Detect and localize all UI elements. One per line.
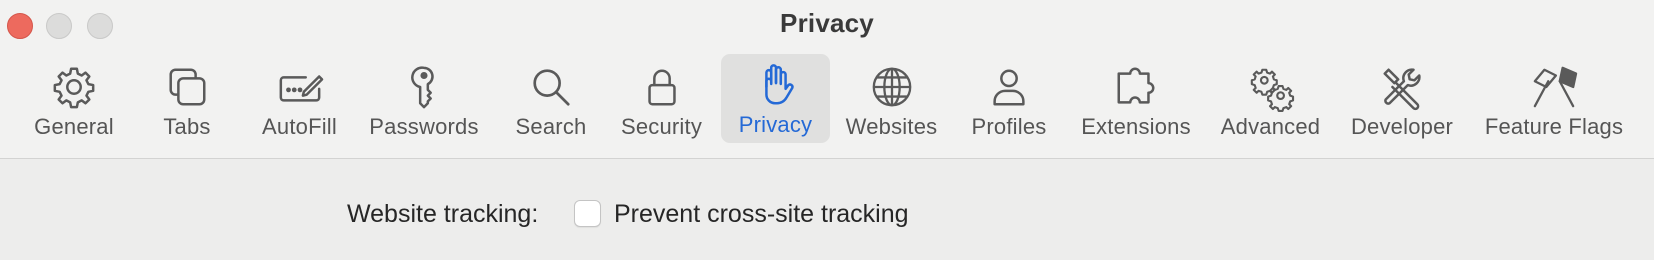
tab-advanced[interactable]: Advanced xyxy=(1214,56,1327,144)
tab-general[interactable]: General xyxy=(26,56,122,144)
person-icon xyxy=(979,62,1039,112)
toolbar: Privacy General Tabs AutoFill Passwords … xyxy=(0,0,1654,159)
prevent-cross-site-tracking-label[interactable]: Prevent cross-site tracking xyxy=(614,196,909,232)
tab-extensions[interactable]: Extensions xyxy=(1075,56,1197,144)
prevent-cross-site-tracking-checkbox[interactable] xyxy=(574,200,601,227)
tab-label: AutoFill xyxy=(262,114,337,139)
puzzle-icon xyxy=(1106,62,1166,112)
tab-search[interactable]: Search xyxy=(507,56,595,144)
tab-label: Passwords xyxy=(369,114,479,139)
website-tracking-row: Website tracking: Prevent cross-site tra… xyxy=(0,196,1654,232)
tab-autofill[interactable]: AutoFill xyxy=(252,56,347,144)
tab-label: Advanced xyxy=(1220,114,1321,139)
search-icon xyxy=(521,62,581,112)
tab-profiles[interactable]: Profiles xyxy=(962,56,1056,144)
gear-icon xyxy=(44,62,104,112)
tab-label: Privacy xyxy=(738,112,813,137)
tab-label: Developer xyxy=(1350,114,1454,139)
tools-icon xyxy=(1372,62,1432,112)
window-title: Privacy xyxy=(780,8,874,38)
tab-label: Profiles xyxy=(971,114,1047,139)
tab-label: Search xyxy=(515,114,587,139)
tab-label: General xyxy=(34,114,114,139)
globe-icon xyxy=(862,62,922,112)
lock-icon xyxy=(632,62,692,112)
tab-label: Security xyxy=(620,114,703,139)
tab-tabs[interactable]: Tabs xyxy=(145,56,229,144)
tab-security[interactable]: Security xyxy=(613,56,710,144)
autofill-icon xyxy=(270,62,330,112)
tab-privacy[interactable]: Privacy xyxy=(721,54,830,143)
key-icon xyxy=(394,62,454,112)
website-tracking-label: Website tracking: xyxy=(347,200,539,228)
tab-label: Feature Flags xyxy=(1484,114,1624,139)
safari-settings-window: Privacy General Tabs AutoFill Passwords … xyxy=(0,0,1654,260)
tab-developer[interactable]: Developer xyxy=(1347,56,1457,144)
tab-feature-flags[interactable]: Feature Flags xyxy=(1479,56,1629,144)
tab-websites[interactable]: Websites xyxy=(839,56,944,144)
tab-label: Tabs xyxy=(163,114,211,139)
hand-icon xyxy=(746,60,806,110)
tab-passwords[interactable]: Passwords xyxy=(364,56,484,144)
tab-label: Websites xyxy=(845,114,938,139)
flags-icon xyxy=(1524,62,1584,112)
tabs-icon xyxy=(157,62,217,112)
gears-icon xyxy=(1241,62,1301,113)
tab-label: Extensions xyxy=(1081,114,1191,139)
